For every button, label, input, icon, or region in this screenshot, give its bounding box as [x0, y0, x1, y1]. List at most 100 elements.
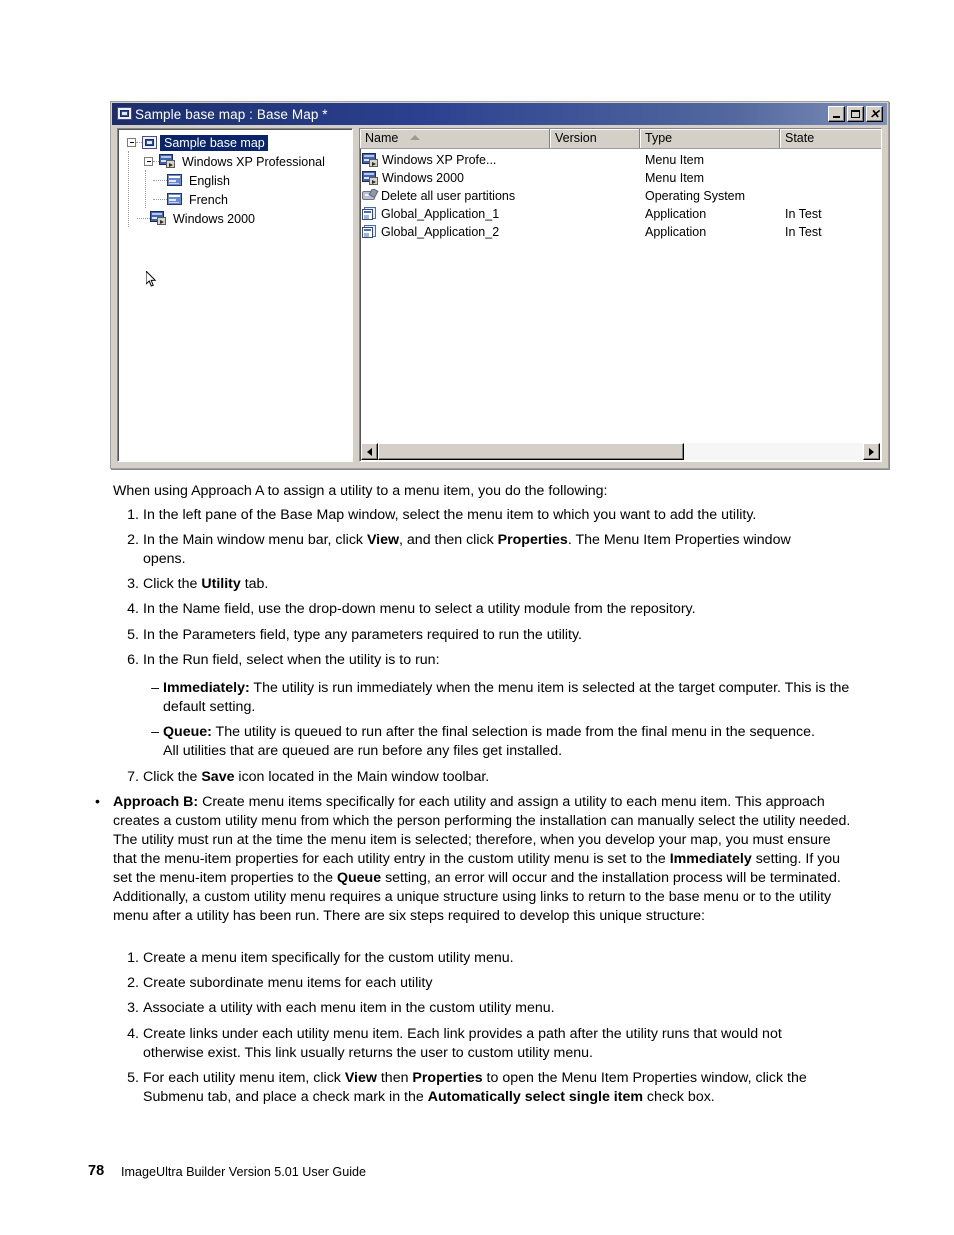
list-item-text: Create subordinate menu items for each u… — [143, 975, 433, 991]
tree-node-label: Sample base map — [160, 134, 268, 151]
list-item: 6. In the Run field, select when the uti… — [117, 651, 887, 670]
minimize-button[interactable] — [828, 106, 845, 122]
cell-name: Windows XP Profe... — [382, 153, 497, 167]
list-item-text: Create links under each utility menu ite… — [143, 1026, 782, 1061]
list-marker: 4. — [127, 601, 139, 617]
cell-name: Global_Application_1 — [381, 207, 500, 221]
table-row[interactable]: Windows XP Profe... Menu Item — [360, 151, 881, 169]
list-item: 2. In the Main window menu bar, click Vi… — [117, 531, 837, 569]
list-item: 7. Click the Save icon located in the Ma… — [117, 768, 887, 787]
scrollbar-track[interactable] — [378, 443, 863, 460]
cell-name: Global_Application_2 — [381, 225, 500, 239]
list-marker: 3. — [127, 1000, 139, 1016]
list-item: 4. Create links under each utility menu … — [117, 1025, 842, 1063]
tree-connector-dots — [153, 179, 167, 182]
column-header-version[interactable]: Version — [550, 129, 640, 148]
cell-state: In Test — [785, 225, 822, 239]
table-row[interactable]: Windows 2000 Menu Item — [360, 169, 881, 187]
base-map-icon — [142, 135, 158, 150]
maximize-button[interactable] — [847, 106, 864, 122]
list-marker: 4. — [127, 1026, 139, 1042]
approach-b-text: Approach B: Create menu items specifical… — [113, 794, 851, 924]
list-item: 1. In the left pane of the Base Map wind… — [117, 506, 887, 525]
horizontal-scrollbar[interactable] — [361, 442, 880, 460]
list-item: 3. Click the Utility tab. — [117, 575, 837, 594]
column-header-type-label: Type — [645, 131, 673, 145]
close-button[interactable]: ✕ — [866, 106, 883, 122]
expander-collapse-icon[interactable] — [144, 157, 153, 166]
base-map-window: Sample base map : Base Map * ✕ Sample ba… — [110, 101, 889, 469]
window-titlebar[interactable]: Sample base map : Base Map * ✕ — [112, 103, 887, 125]
cell-type: Application — [645, 207, 707, 221]
footer-text: ImageUltra Builder Version 5.01 User Gui… — [121, 1165, 366, 1179]
cell-name: Windows 2000 — [382, 171, 464, 185]
application-icon — [362, 225, 378, 239]
column-header-name-label: Name — [365, 131, 399, 145]
column-header-state[interactable]: State — [780, 129, 881, 148]
list-rows: Windows XP Profe... Menu Item Windows 20… — [360, 151, 881, 241]
list-item: 1. Create a menu item specifically for t… — [117, 949, 887, 968]
list-marker: 2. — [127, 975, 139, 991]
list-item-text: In the Parameters field, type any parame… — [143, 627, 582, 643]
tree-node-english[interactable]: English — [121, 171, 352, 190]
cell-type: Menu Item — [645, 171, 705, 185]
menu-item-icon — [150, 211, 167, 226]
application-icon — [362, 207, 378, 221]
scroll-right-button[interactable] — [863, 443, 880, 460]
language-icon — [167, 174, 183, 187]
approach-b-item: • Approach B: Create menu items specific… — [88, 793, 853, 926]
tree-node-windows-2000[interactable]: Windows 2000 — [121, 209, 352, 228]
list-marker: 7. — [127, 769, 139, 785]
list-item-text: In the Main window menu bar, click View,… — [143, 532, 791, 567]
cell-state: In Test — [785, 207, 822, 221]
list-item-text: Click the Utility tab. — [143, 576, 269, 592]
column-header-type[interactable]: Type — [640, 129, 780, 148]
window-body: Sample base map Windows XP Professional — [112, 125, 887, 467]
menu-item-icon — [159, 154, 176, 169]
list-item: 5. For each utility menu item, click Vie… — [117, 1069, 847, 1107]
tree-connector-dots — [137, 217, 150, 220]
menu-item-icon — [362, 170, 379, 186]
base-map-icon — [117, 107, 133, 121]
list-marker: 1. — [127, 507, 139, 523]
tree-node-label: Windows 2000 — [173, 211, 255, 226]
list-item-text: Immediately: The utility is run immediat… — [163, 680, 850, 715]
list-item: 3. Associate a utility with each menu it… — [117, 999, 887, 1018]
list-item-text: Create a menu item specifically for the … — [143, 950, 514, 966]
window-controls: ✕ — [828, 106, 885, 122]
scroll-left-button[interactable] — [361, 443, 378, 460]
tree-pane[interactable]: Sample base map Windows XP Professional — [117, 128, 353, 462]
table-row[interactable]: Global_Application_1 Application In Test — [360, 205, 881, 223]
window-title: Sample base map : Base Map * — [135, 106, 328, 122]
list-pane[interactable]: Name Version Type State Windows XP Profe… — [359, 128, 882, 462]
list-item: – Queue: The utility is queued to run af… — [145, 723, 825, 761]
list-column-headers: Name Version Type State — [360, 129, 881, 149]
cell-type: Application — [645, 225, 707, 239]
mouse-cursor-icon — [146, 271, 157, 287]
expander-collapse-icon[interactable] — [127, 138, 136, 147]
scrollbar-thumb[interactable] — [378, 443, 684, 460]
tree-node-label: Windows XP Professional — [182, 154, 325, 169]
list-item-text: Associate a utility with each menu item … — [143, 1000, 555, 1016]
table-row[interactable]: Delete all user partitions Operating Sys… — [360, 187, 881, 205]
cell-name: Delete all user partitions — [381, 189, 516, 203]
list-marker: 3. — [127, 576, 139, 592]
intro-paragraph: When using Approach A to assign a utilit… — [113, 483, 608, 499]
column-header-version-label: Version — [555, 131, 597, 145]
list-item-text: In the left pane of the Base Map window,… — [143, 507, 757, 523]
list-item-text: For each utility menu item, click View t… — [143, 1070, 807, 1105]
list-marker: – — [151, 724, 159, 740]
list-item-text: In the Name field, use the drop-down men… — [143, 601, 696, 617]
tree-node-windows-xp-professional[interactable]: Windows XP Professional — [121, 152, 352, 171]
list-marker: 2. — [127, 532, 139, 548]
table-row[interactable]: Global_Application_2 Application In Test — [360, 223, 881, 241]
list-item-text: In the Run field, select when the utilit… — [143, 652, 440, 668]
list-marker: – — [151, 680, 159, 696]
list-marker: 6. — [127, 652, 139, 668]
list-marker: • — [95, 794, 100, 810]
list-item: 5. In the Parameters field, type any par… — [117, 626, 887, 645]
operating-system-icon — [362, 189, 379, 203]
tree-node-sample-base-map[interactable]: Sample base map — [121, 133, 352, 152]
tree-node-french[interactable]: French — [121, 190, 352, 209]
column-header-name[interactable]: Name — [360, 129, 550, 148]
